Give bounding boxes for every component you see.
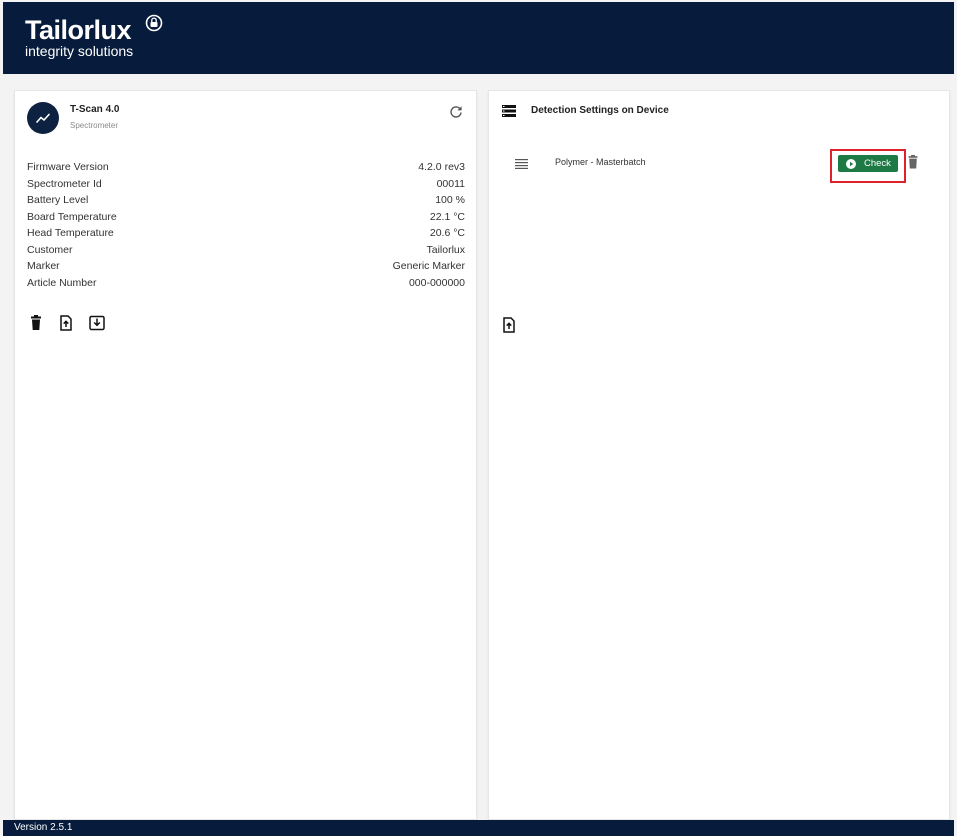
- info-value: Generic Marker: [392, 260, 465, 272]
- panel-title: Detection Settings on Device: [531, 105, 669, 116]
- info-row-spectrometer-id: Spectrometer Id 00011: [27, 176, 465, 193]
- file-upload-icon[interactable]: [59, 315, 73, 331]
- info-row-article-number: Article Number 000-000000: [27, 275, 465, 292]
- trend-line-icon: [27, 102, 59, 134]
- device-name: T-Scan 4.0: [70, 104, 120, 115]
- drag-handle-icon[interactable]: [515, 159, 528, 169]
- version-label: Version 2.5.1: [14, 822, 73, 833]
- device-actions: [29, 315, 105, 331]
- device-info-list: Firmware Version 4.2.0 rev3 Spectrometer…: [27, 159, 465, 291]
- device-type: Spectrometer: [70, 121, 119, 130]
- info-value: 100 %: [435, 194, 465, 206]
- info-value: 20.6 °C: [429, 227, 465, 239]
- list-item: Polymer - Masterbatch Check: [489, 149, 949, 183]
- info-label: Firmware Version: [27, 161, 109, 173]
- app-header: Tailorlux integrity solutions: [3, 2, 954, 74]
- brand-tagline: integrity solutions: [25, 43, 134, 59]
- info-row-firmware: Firmware Version 4.2.0 rev3: [27, 159, 465, 176]
- info-label: Article Number: [27, 276, 97, 289]
- app-footer: Version 2.5.1: [3, 820, 954, 836]
- file-upload-icon[interactable]: [502, 317, 516, 333]
- detection-settings-panel: Detection Settings on Device Polymer - M…: [488, 90, 950, 820]
- brand-name: Tailorlux: [25, 15, 132, 45]
- info-label: Spectrometer Id: [27, 177, 102, 190]
- info-value: Tailorlux: [426, 243, 465, 256]
- app-root: Tailorlux integrity solutions T-Scan 4.0…: [0, 0, 957, 836]
- download-icon[interactable]: [89, 315, 105, 331]
- trash-icon[interactable]: [908, 155, 918, 169]
- check-button-label: Check: [864, 158, 891, 169]
- info-row-battery: Battery Level 100 %: [27, 192, 465, 209]
- trash-icon[interactable]: [29, 315, 43, 331]
- info-value: 000-000000: [408, 276, 465, 289]
- info-label: Board Temperature: [27, 210, 117, 223]
- info-label: Head Temperature: [27, 227, 114, 239]
- refresh-icon[interactable]: [449, 105, 463, 119]
- info-row-head-temperature: Head Temperature 20.6 °C: [27, 225, 465, 242]
- setting-name: Polymer - Masterbatch: [555, 157, 646, 167]
- info-label: Marker: [27, 260, 60, 272]
- check-button[interactable]: Check: [838, 155, 898, 172]
- info-value: 4.2.0 rev3: [418, 161, 465, 173]
- info-value: 00011: [436, 177, 465, 190]
- lock-icon: [145, 14, 163, 32]
- info-label: Battery Level: [27, 194, 89, 206]
- device-panel: T-Scan 4.0 Spectrometer Firmware Version…: [14, 90, 477, 820]
- brand-logo: Tailorlux integrity solutions: [25, 14, 163, 59]
- play-icon: [846, 158, 856, 169]
- info-label: Customer: [27, 243, 73, 256]
- info-row-customer: Customer Tailorlux: [27, 242, 465, 259]
- list-icon: [502, 105, 516, 117]
- info-value: 22.1 °C: [429, 210, 465, 223]
- info-row-board-temperature: Board Temperature 22.1 °C: [27, 209, 465, 226]
- info-row-marker: Marker Generic Marker: [27, 258, 465, 275]
